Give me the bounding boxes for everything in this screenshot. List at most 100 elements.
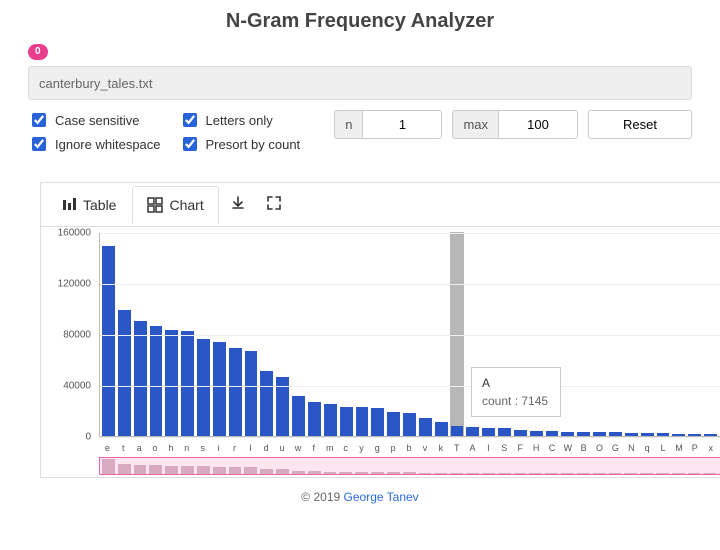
overview-bar: [292, 471, 305, 474]
bar[interactable]: [625, 433, 638, 436]
max-input-group: max: [452, 110, 578, 139]
x-tick-label: p: [387, 443, 400, 453]
x-tick-label: f: [307, 443, 320, 453]
bar-hovered[interactable]: [451, 426, 464, 436]
reset-button[interactable]: Reset: [588, 110, 692, 139]
bar[interactable]: [197, 339, 210, 436]
x-tick-label: W: [561, 443, 574, 453]
bar[interactable]: [704, 434, 717, 436]
overview-bar: [102, 459, 115, 474]
bar[interactable]: [641, 433, 654, 436]
grid-line: [100, 233, 720, 234]
bar[interactable]: [245, 351, 258, 436]
footer-link[interactable]: George Tanev: [344, 490, 419, 504]
bar[interactable]: [435, 422, 448, 436]
checkbox-case-sensitive[interactable]: Case sensitive: [28, 110, 161, 130]
bar[interactable]: [514, 430, 527, 436]
tab-table[interactable]: Table: [47, 187, 130, 223]
x-tick-label: P: [688, 443, 701, 453]
overview-bar: [181, 466, 194, 474]
checkbox-ignore-whitespace[interactable]: Ignore whitespace: [28, 134, 161, 154]
controls-panel: 0 Case sensitive Ignore whitespace Lette…: [0, 41, 720, 154]
bar[interactable]: [546, 431, 559, 436]
bar[interactable]: [688, 434, 701, 436]
bar[interactable]: [118, 310, 131, 436]
bar[interactable]: [292, 396, 305, 436]
x-tick-label: d: [260, 443, 273, 453]
plot[interactable]: [99, 233, 720, 437]
x-tick-label: C: [546, 443, 559, 453]
tab-label: Table: [83, 197, 116, 213]
bar[interactable]: [308, 402, 321, 436]
tooltip-title: A: [482, 376, 550, 390]
bar[interactable]: [340, 407, 353, 436]
x-tick-label: H: [530, 443, 543, 453]
y-tick-label: 80000: [63, 330, 91, 341]
checkbox-letters-only[interactable]: Letters only: [179, 110, 301, 130]
bar[interactable]: [229, 348, 242, 436]
bar[interactable]: [482, 428, 495, 436]
overview-strip[interactable]: [99, 457, 720, 475]
bar[interactable]: [657, 433, 670, 436]
bar[interactable]: [403, 413, 416, 436]
x-tick-label: n: [180, 443, 193, 453]
overview-bar: [197, 466, 210, 474]
overview-bar: [371, 472, 384, 474]
x-tick-label: T: [450, 443, 463, 453]
bar[interactable]: [165, 330, 178, 436]
plot-area: 04000080000120000160000 etaohnsirlduwfmc…: [41, 227, 720, 477]
overview-bar: [688, 473, 701, 474]
bar[interactable]: [577, 432, 590, 436]
overview-bar: [165, 466, 178, 474]
bar[interactable]: [102, 246, 115, 436]
checkbox-case-sensitive-input[interactable]: [32, 113, 46, 127]
overview-bar: [561, 473, 574, 474]
checkbox-presort-input[interactable]: [183, 137, 197, 151]
checkbox-presort[interactable]: Presort by count: [179, 134, 301, 154]
bar[interactable]: [466, 427, 479, 436]
checkbox-letters-only-input[interactable]: [183, 113, 197, 127]
chart-icon: [147, 197, 163, 213]
x-tick-label: F: [514, 443, 527, 453]
checkbox-ignore-whitespace-input[interactable]: [32, 137, 46, 151]
x-tick-label: w: [292, 443, 305, 453]
overview-bar: [450, 473, 463, 474]
bar[interactable]: [672, 434, 685, 436]
bar[interactable]: [134, 321, 147, 436]
bar[interactable]: [181, 331, 194, 436]
bar[interactable]: [356, 407, 369, 436]
x-tick-label: q: [641, 443, 654, 453]
n-input[interactable]: [362, 110, 442, 139]
x-tick-label: l: [244, 443, 257, 453]
download-icon[interactable]: [221, 186, 255, 223]
max-input[interactable]: [498, 110, 578, 139]
overview-bar: [624, 473, 637, 474]
bar[interactable]: [561, 432, 574, 436]
bar[interactable]: [387, 412, 400, 436]
bar[interactable]: [498, 428, 511, 436]
filename-input[interactable]: [28, 66, 692, 100]
overview-bar: [244, 467, 257, 474]
x-tick-label: g: [371, 443, 384, 453]
bar[interactable]: [593, 432, 606, 436]
bar[interactable]: [150, 326, 163, 436]
overview-bar: [672, 473, 685, 474]
tab-chart[interactable]: Chart: [132, 186, 218, 224]
n-input-group: n: [334, 110, 442, 139]
bar[interactable]: [324, 404, 337, 436]
checkbox-label: Case sensitive: [55, 113, 140, 128]
grid-line: [100, 284, 720, 285]
x-tick-label: G: [609, 443, 622, 453]
bar[interactable]: [530, 431, 543, 436]
overview-bar: [545, 473, 558, 474]
bar[interactable]: [213, 342, 226, 436]
x-tick-label: A: [466, 443, 479, 453]
bar[interactable]: [609, 432, 622, 436]
grid-line: [100, 437, 720, 438]
x-tick-label: e: [101, 443, 114, 453]
expand-icon[interactable]: [257, 186, 291, 223]
overview-bar: [387, 472, 400, 474]
bar[interactable]: [260, 371, 273, 436]
bar[interactable]: [419, 418, 432, 436]
bar[interactable]: [371, 408, 384, 436]
